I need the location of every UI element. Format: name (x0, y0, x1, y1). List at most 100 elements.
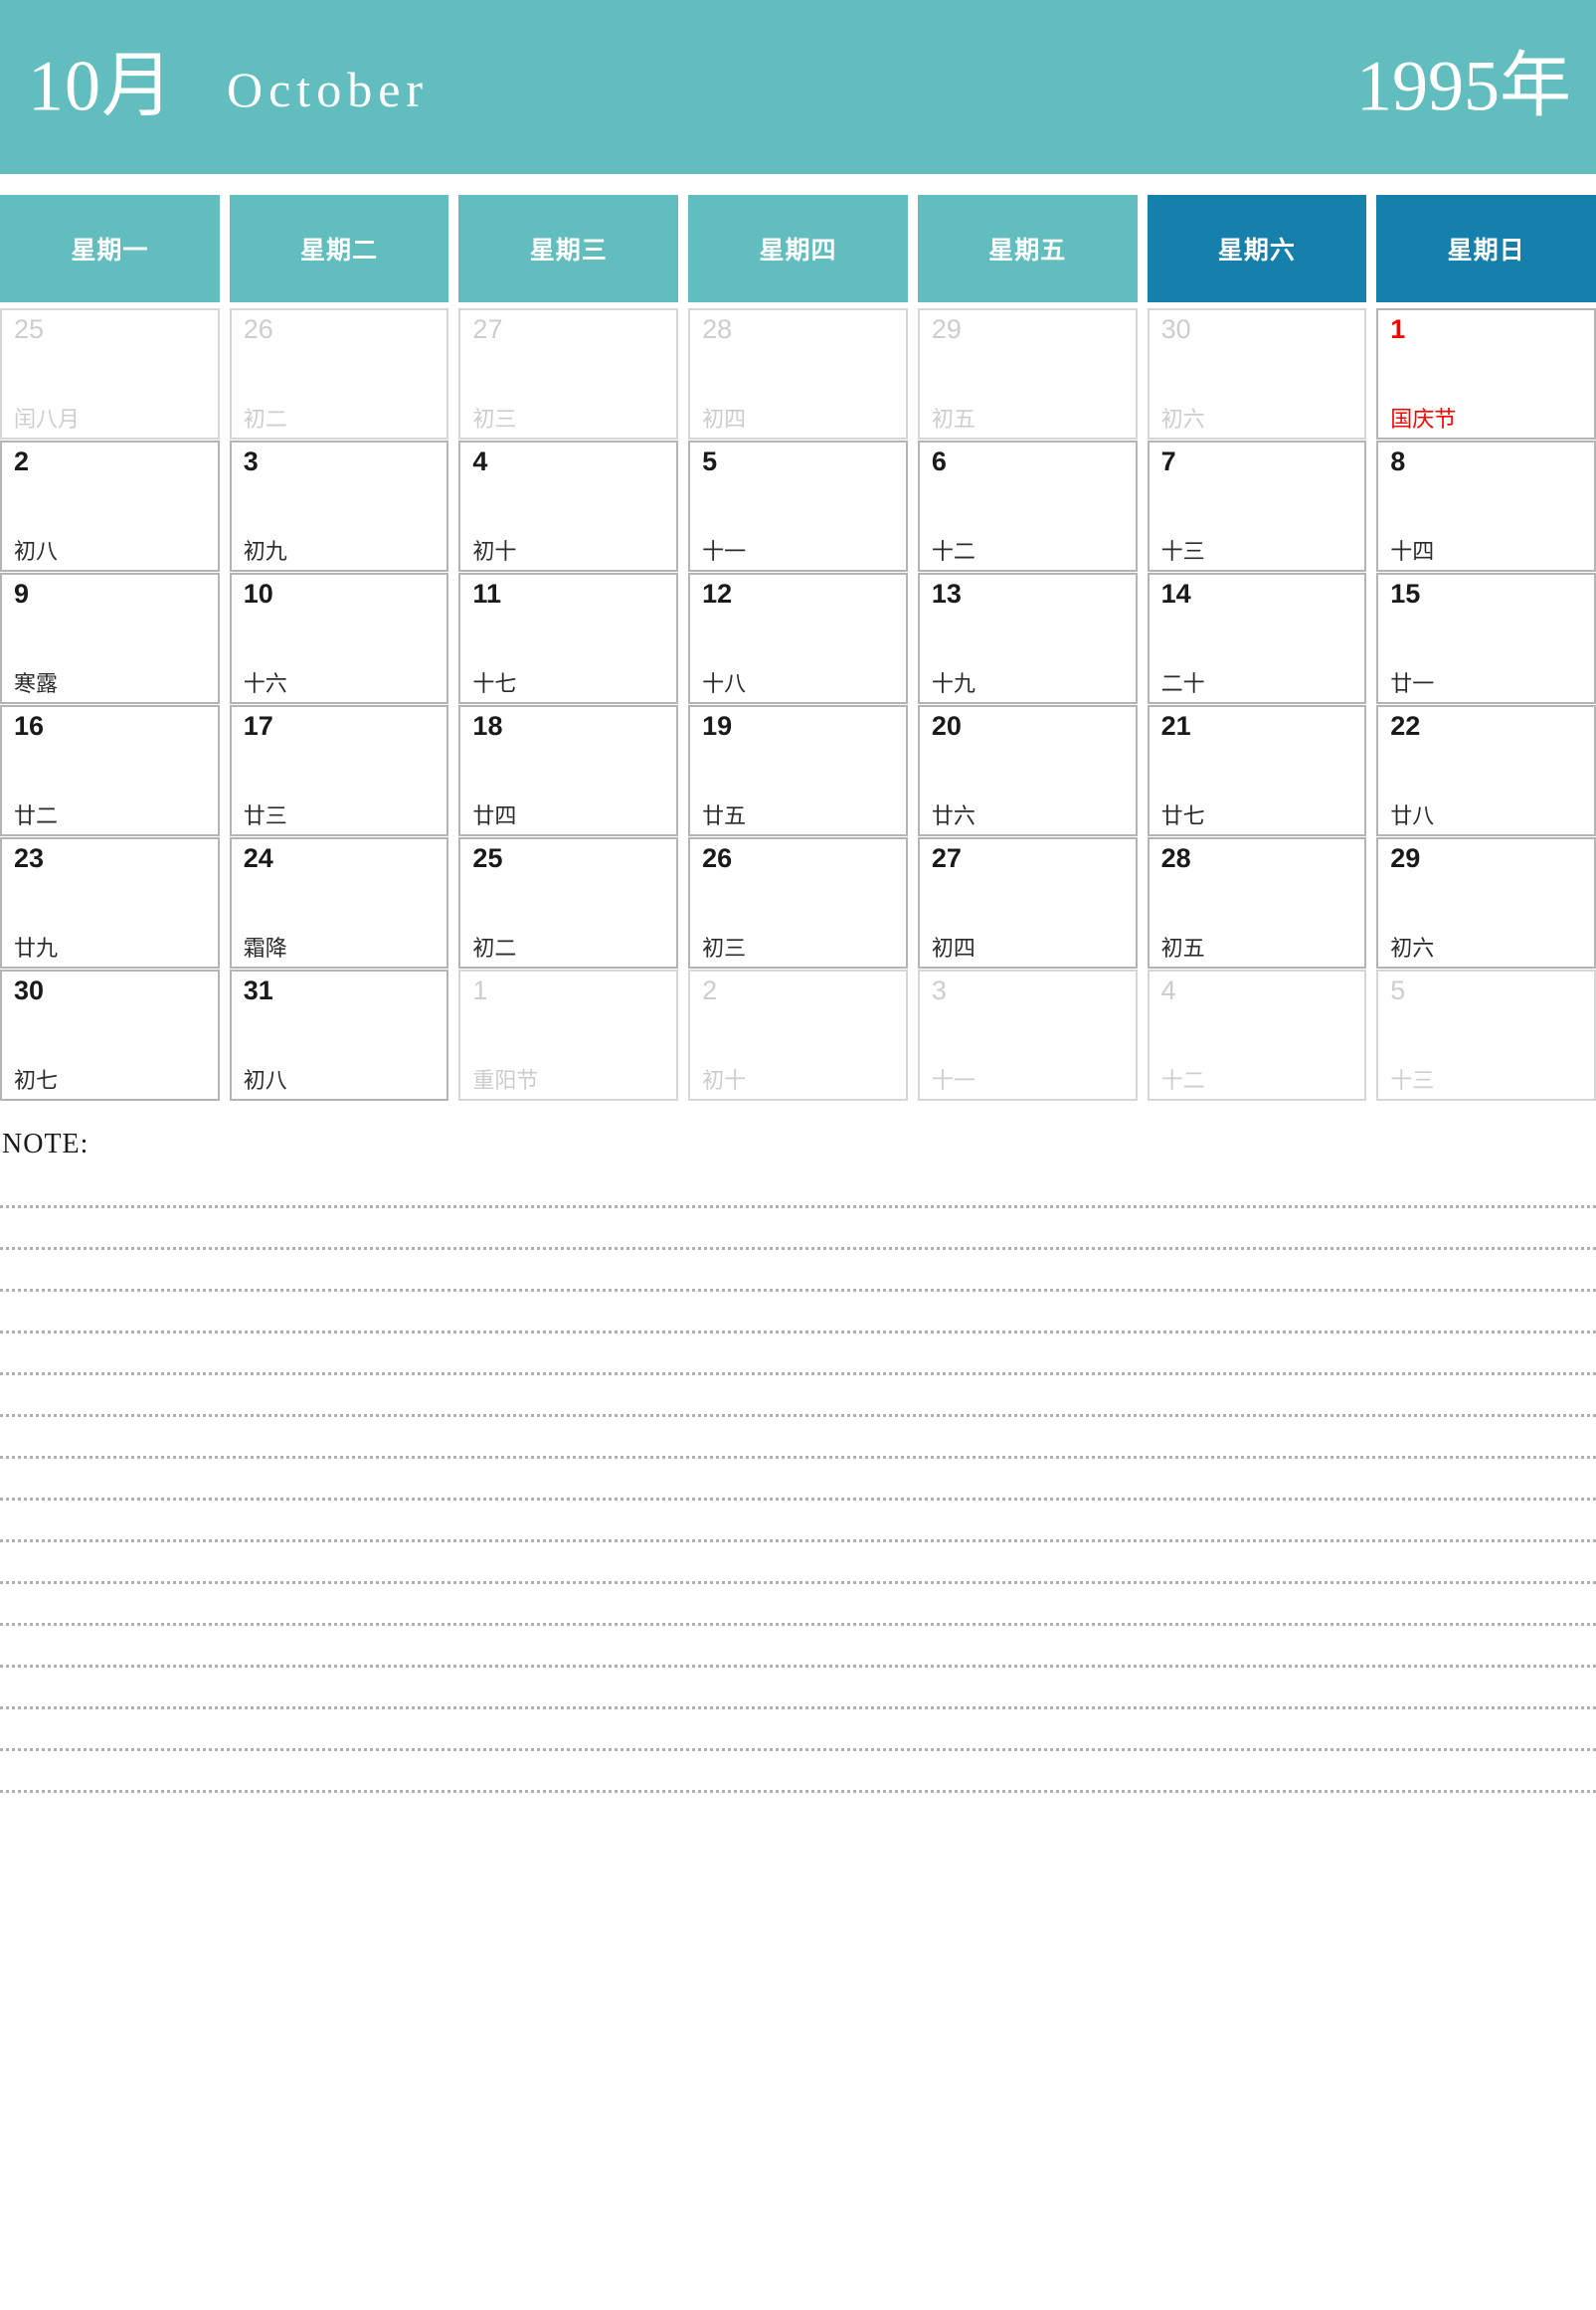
day-cell[interactable]: 25 闰八月 (0, 308, 220, 440)
day-number: 27 (472, 314, 503, 344)
day-cell[interactable]: 24 霜降 (229, 837, 449, 969)
day-cell[interactable]: 22 廿八 (1376, 705, 1596, 836)
lunar-label: 二十 (1160, 671, 1205, 696)
day-cell[interactable]: 15 廿一 (1376, 573, 1596, 704)
day-cell[interactable]: 1 国庆节 (1376, 308, 1596, 440)
day-cell[interactable]: 10 十六 (229, 573, 449, 704)
lunar-label: 初七 (14, 1068, 59, 1093)
header-year: 1995年 (1355, 46, 1571, 126)
day-number: 27 (931, 843, 962, 873)
weekday-label: 星期四 (759, 237, 837, 265)
day-number: 31 (243, 976, 273, 1005)
day-cell[interactable]: 4 初十 (458, 441, 679, 572)
note-lines-area[interactable] (0, 1166, 1596, 1793)
day-cell[interactable]: 14 二十 (1147, 573, 1367, 704)
note-line[interactable] (0, 1626, 1596, 1668)
note-line[interactable] (0, 1417, 1596, 1459)
weekday-label: 星期五 (988, 237, 1067, 265)
day-cell[interactable]: 30 初六 (1147, 308, 1367, 440)
day-number: 21 (1160, 711, 1191, 741)
lunar-label: 初六 (1390, 936, 1435, 961)
lunar-label: 初九 (243, 539, 287, 564)
day-cell[interactable]: 31 初八 (229, 970, 449, 1101)
day-cell[interactable]: 12 十八 (688, 573, 908, 704)
weekday-header-4: 星期四 (688, 195, 908, 302)
day-cell[interactable]: 11 十七 (458, 573, 679, 704)
note-line[interactable] (0, 1584, 1596, 1626)
day-cell[interactable]: 4 十二 (1147, 970, 1367, 1101)
day-cell[interactable]: 21 廿七 (1147, 705, 1367, 836)
day-cell[interactable]: 26 初三 (688, 837, 908, 969)
lunar-label: 初二 (472, 936, 517, 961)
lunar-label: 廿二 (14, 803, 59, 828)
lunar-label: 廿四 (472, 803, 517, 828)
day-number: 6 (931, 446, 947, 476)
day-cell[interactable]: 7 十三 (1147, 441, 1367, 572)
weekday-label: 星期二 (300, 237, 379, 265)
day-cell[interactable]: 5 十一 (688, 441, 908, 572)
weekday-header-3: 星期三 (458, 195, 679, 302)
note-line[interactable] (0, 1250, 1596, 1292)
day-cell[interactable]: 13 十九 (917, 573, 1138, 704)
note-line[interactable] (0, 1751, 1596, 1793)
day-cell[interactable]: 3 十一 (917, 970, 1138, 1101)
day-number: 10 (243, 579, 273, 609)
lunar-label: 初四 (931, 936, 975, 961)
day-cell[interactable]: 17 廿三 (229, 705, 449, 836)
note-section: NOTE: (0, 1131, 1596, 1793)
day-cell[interactable]: 18 廿四 (458, 705, 679, 836)
day-cell[interactable]: 5 十三 (1376, 970, 1596, 1101)
day-cell[interactable]: 8 十四 (1376, 441, 1596, 572)
lunar-label: 廿八 (1390, 803, 1435, 828)
day-number: 23 (14, 843, 45, 873)
day-cell[interactable]: 28 初五 (1147, 837, 1367, 969)
note-line[interactable] (0, 1292, 1596, 1333)
day-cell[interactable]: 23 廿九 (0, 837, 220, 969)
day-number: 14 (1160, 579, 1191, 609)
weekday-label: 星期六 (1217, 237, 1296, 265)
day-number: 3 (931, 976, 947, 1005)
lunar-label: 寒露 (14, 671, 59, 696)
day-number: 20 (931, 711, 962, 741)
note-line[interactable] (0, 1668, 1596, 1709)
note-line[interactable] (0, 1542, 1596, 1584)
day-number: 1 (1390, 314, 1406, 344)
note-line[interactable] (0, 1333, 1596, 1375)
day-cell[interactable]: 30 初七 (0, 970, 220, 1101)
day-cell[interactable]: 9 寒露 (0, 573, 220, 704)
day-cell[interactable]: 2 初十 (688, 970, 908, 1101)
lunar-label: 十一 (702, 539, 747, 564)
day-cell[interactable]: 19 廿五 (688, 705, 908, 836)
day-cell[interactable]: 29 初六 (1376, 837, 1596, 969)
day-number: 2 (14, 446, 30, 476)
day-cell[interactable]: 29 初五 (917, 308, 1138, 440)
lunar-label: 初二 (243, 407, 287, 432)
day-cell[interactable]: 16 廿二 (0, 705, 220, 836)
day-cell[interactable]: 25 初二 (458, 837, 679, 969)
day-number: 28 (1160, 843, 1191, 873)
day-cell[interactable]: 20 廿六 (917, 705, 1138, 836)
day-number: 3 (243, 446, 259, 476)
lunar-label: 廿一 (1390, 671, 1435, 696)
day-cell[interactable]: 3 初九 (229, 441, 449, 572)
note-line[interactable] (0, 1208, 1596, 1250)
day-cell[interactable]: 28 初四 (688, 308, 908, 440)
day-number: 5 (702, 446, 718, 476)
day-cell[interactable]: 6 十二 (917, 441, 1138, 572)
day-cell[interactable]: 26 初二 (229, 308, 449, 440)
day-number: 26 (243, 314, 273, 344)
note-line[interactable] (0, 1501, 1596, 1542)
note-line[interactable] (0, 1166, 1596, 1208)
lunar-label: 初五 (931, 407, 975, 432)
note-line[interactable] (0, 1459, 1596, 1501)
note-line[interactable] (0, 1709, 1596, 1751)
day-cell[interactable]: 1 重阳节 (458, 970, 679, 1101)
weekday-label: 星期日 (1447, 237, 1525, 265)
note-line[interactable] (0, 1375, 1596, 1417)
day-number: 19 (702, 711, 733, 741)
day-cell[interactable]: 27 初三 (458, 308, 679, 440)
lunar-label: 初十 (472, 539, 517, 564)
day-number: 13 (931, 579, 962, 609)
day-cell[interactable]: 27 初四 (917, 837, 1138, 969)
day-cell[interactable]: 2 初八 (0, 441, 220, 572)
